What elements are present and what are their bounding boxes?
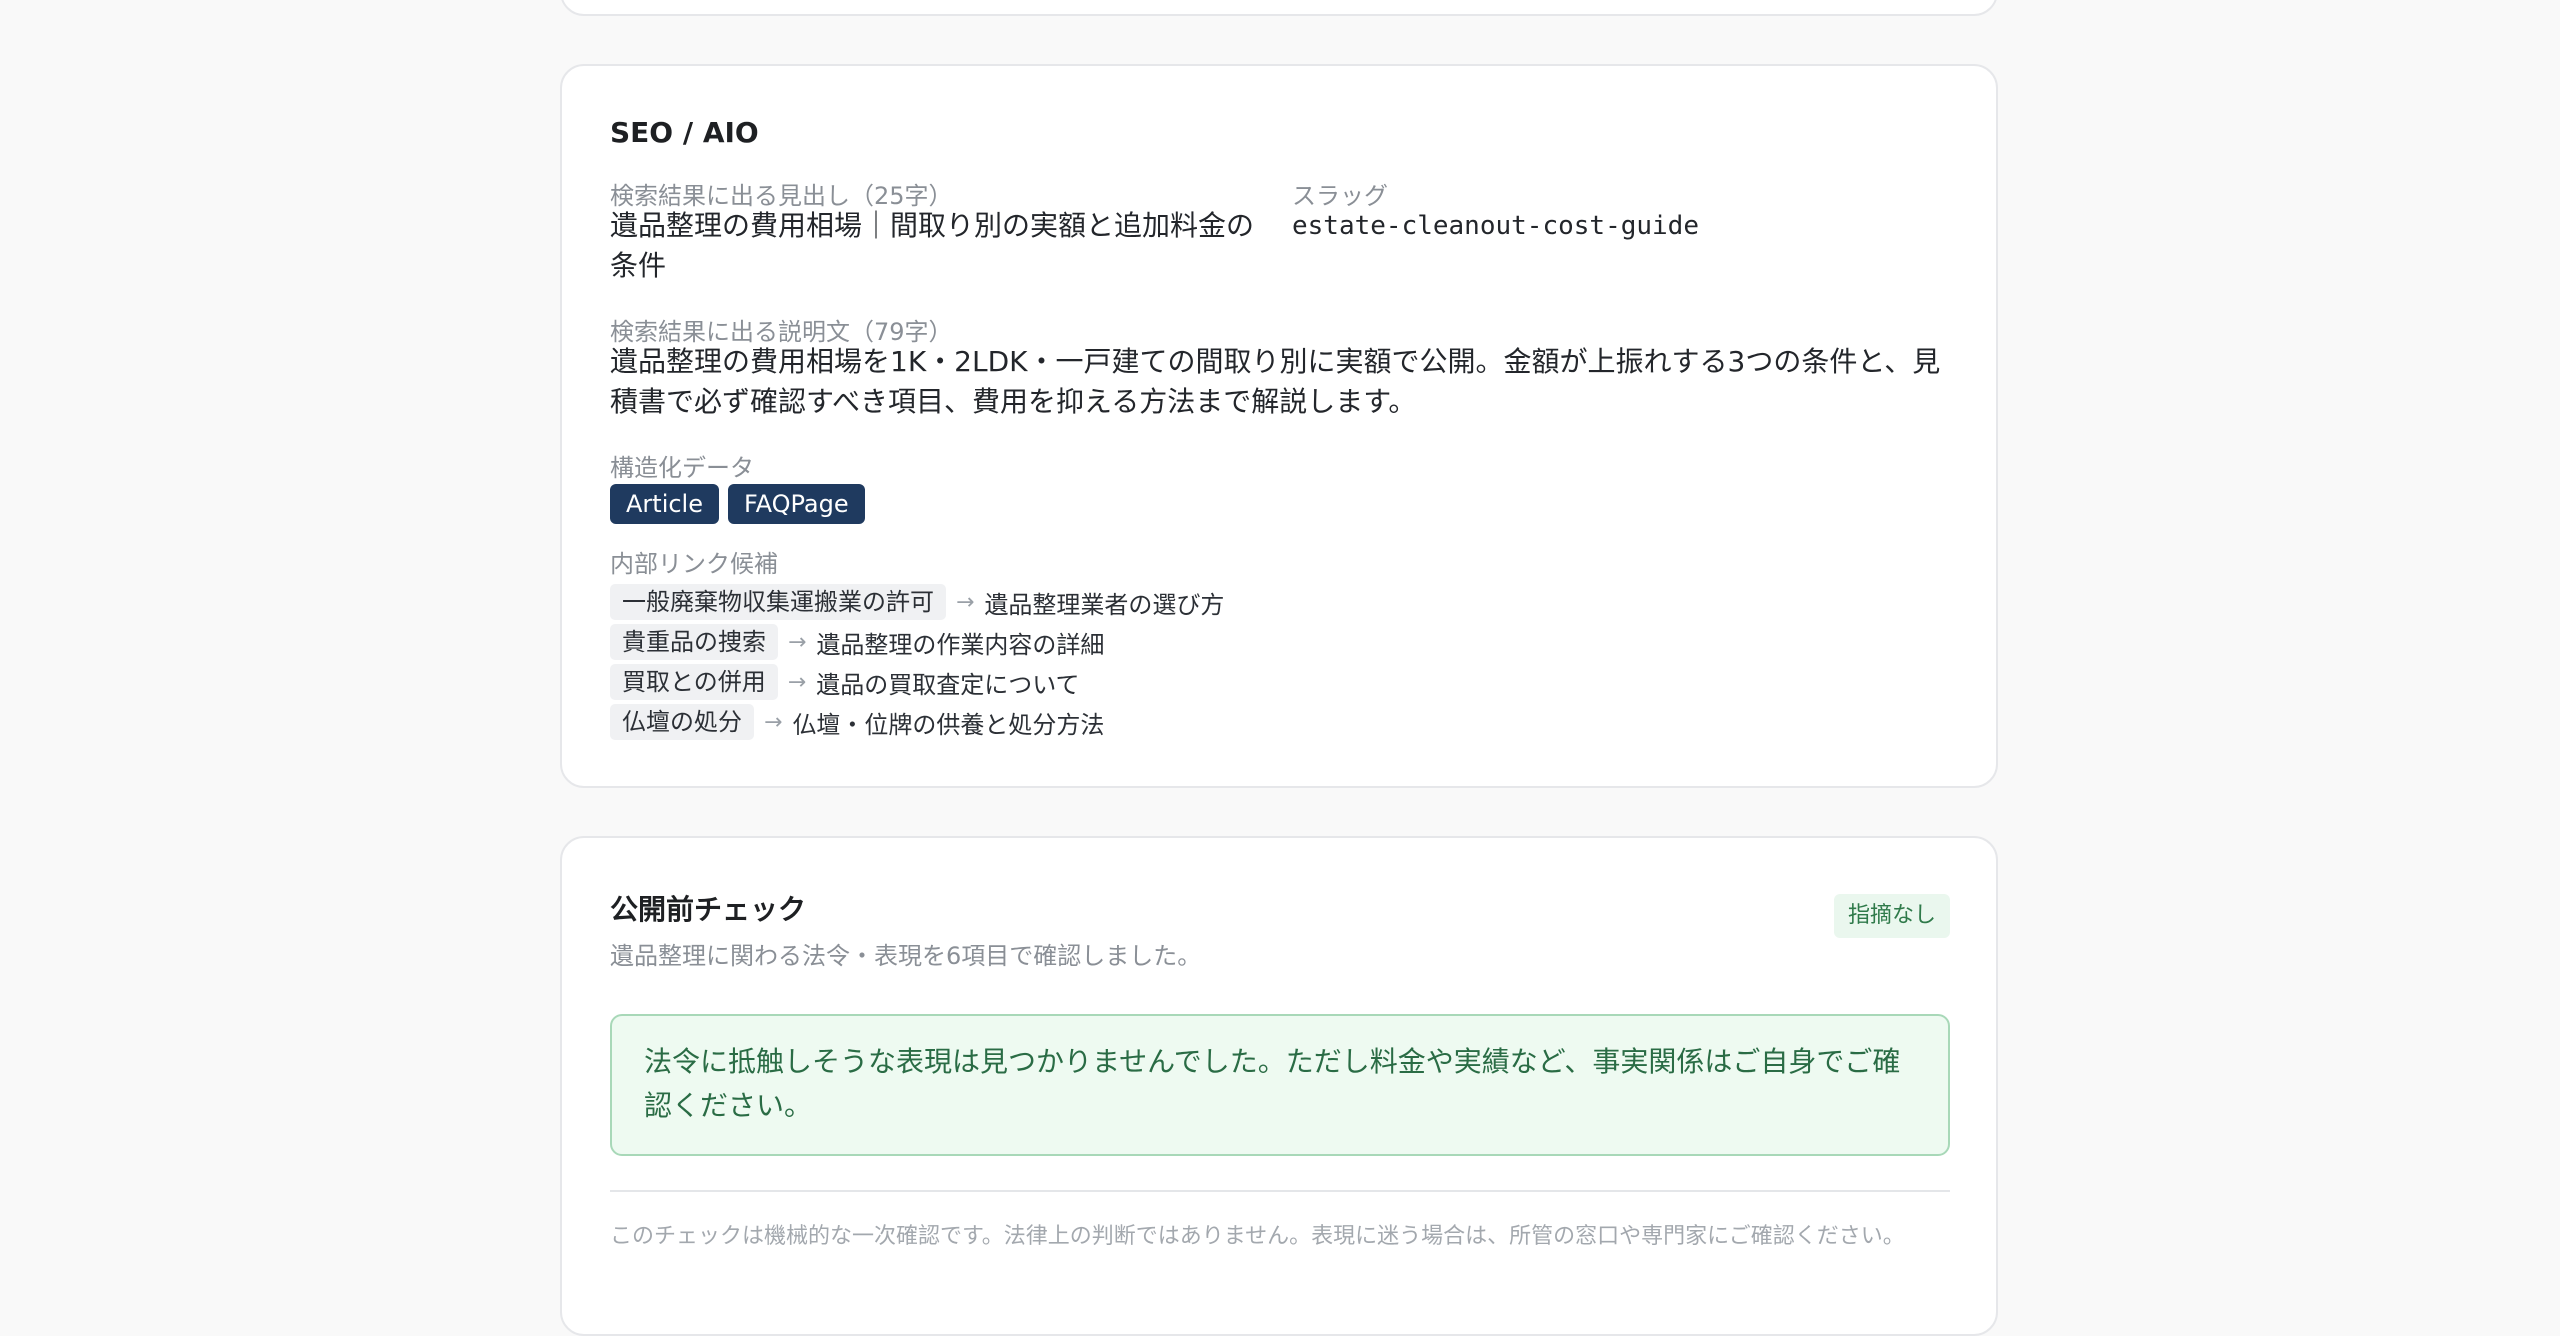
link-anchor-chip: 貴重品の捜索 [610,624,778,660]
link-target: 遺品の買取査定について [816,670,1080,699]
previous-card [560,0,1998,16]
seo-section-title: SEO / AIO [610,116,759,149]
internal-link-row: 仏壇の処分 → 仏壇・位牌の供養と処分方法 [610,704,1104,740]
status-badge: 指摘なし [1834,894,1950,938]
success-alert: 法令に抵触しそうな表現は見つかりませんでした。ただし料金や実績など、事実関係はご… [610,1014,1950,1156]
link-anchor-chip: 仏壇の処分 [610,704,754,740]
check-footnote: このチェックは機械的な一次確認です。法律上の判断ではありません。表現に迷う場合は… [610,1224,1905,1249]
divider [610,1190,1950,1192]
internal-link-row: 一般廃棄物収集運搬業の許可 → 遺品整理業者の選び方 [610,584,1224,620]
check-title: 公開前チェック [610,893,807,926]
link-target: 遺品整理業者の選び方 [984,590,1225,619]
arrow-right-icon: → [764,709,783,735]
headline-value: 遺品整理の費用相場｜間取り別の実額と追加料金の条件 [610,209,1255,282]
schema-tag-article: Article [610,484,719,524]
link-anchor-chip: 買取との併用 [610,664,778,700]
link-anchor-chip: 一般廃棄物収集運搬業の許可 [610,584,946,620]
arrow-right-icon: → [788,629,807,655]
slug-value: estate-cleanout-cost-guide [1292,211,1699,241]
description-value: 遺品整理の費用相場を1K・2LDK・一戸建ての間取り別に実額で公開。金額が上振れ… [610,345,1941,418]
seo-aio-card: SEO / AIO 検索結果に出る見出し（25字） 遺品整理の費用相場｜間取り別… [560,64,1998,788]
arrow-right-icon: → [787,669,807,695]
arrow-right-icon: → [956,589,975,615]
link-target: 遺品整理の作業内容の詳細 [816,630,1105,659]
check-subtitle: 遺品整理に関わる法令・表現を6項目で確認しました。 [610,942,1202,970]
internal-link-row: 買取との併用 → 遺品の買取査定について [610,664,1079,700]
internal-link-row: 貴重品の捜索 → 遺品整理の作業内容の詳細 [610,624,1104,660]
pre-publish-check-card: 公開前チェック 遺品整理に関わる法令・表現を6項目で確認しました。 指摘なし 法… [560,836,1998,1336]
internal-links-label: 内部リンク候補 [610,550,778,578]
structured-data-label: 構造化データ [610,454,754,482]
link-target: 仏壇・位牌の供養と処分方法 [792,710,1105,739]
schema-tag-faqpage: FAQPage [728,484,865,524]
slug-label: スラッグ [1292,182,1388,210]
